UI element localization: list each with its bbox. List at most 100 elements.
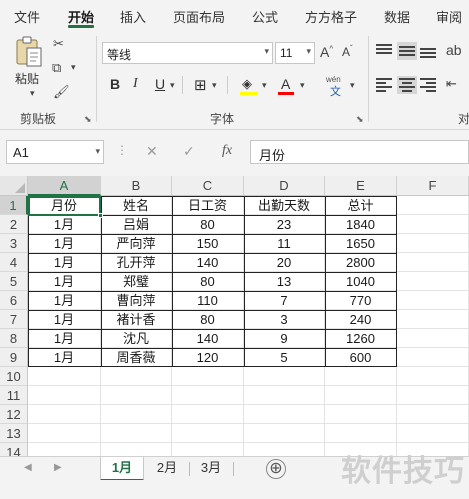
bold-icon[interactable]: B [110, 76, 120, 92]
borders-dropdown-icon[interactable]: ▾ [212, 80, 217, 91]
cell-c10[interactable] [172, 367, 244, 386]
select-all-corner[interactable] [0, 176, 28, 196]
copy-dropdown-icon[interactable]: ▾ [71, 62, 76, 73]
cell-b5[interactable]: 郑璧 [101, 272, 172, 291]
worksheet-grid[interactable]: A B C D E F 1 月份 姓名 日工资 出勤天数 总计 2 1月 吕娟 80 23 1840 3 1月 严向萍 1… [0, 176, 469, 456]
decrease-font-icon[interactable]: Aˇ [342, 44, 353, 59]
cell-b7[interactable]: 褚计香 [101, 310, 172, 329]
enter-icon[interactable]: ✓ [183, 143, 195, 160]
cell-f2[interactable] [397, 215, 469, 234]
paste-dropdown-icon[interactable]: ▾ [30, 88, 35, 99]
cell-c11[interactable] [172, 386, 244, 405]
row-header-1[interactable]: 1 [0, 196, 28, 215]
cell-b8[interactable]: 沈凡 [101, 329, 172, 348]
cell-a4[interactable]: 1月 [28, 253, 101, 272]
row-header-12[interactable]: 12 [0, 405, 28, 424]
cell-c2[interactable]: 80 [172, 215, 244, 234]
cell-f10[interactable] [397, 367, 469, 386]
row-header-7[interactable]: 7 [0, 310, 28, 329]
cell-d9[interactable]: 5 [244, 348, 325, 367]
cell-c14[interactable] [172, 443, 244, 456]
cell-b1[interactable]: 姓名 [101, 196, 172, 215]
cell-d12[interactable] [244, 405, 325, 424]
align-top-icon[interactable] [376, 42, 396, 60]
cell-f13[interactable] [397, 424, 469, 443]
column-header-e[interactable]: E [325, 176, 397, 196]
cell-e4[interactable]: 2800 [325, 253, 397, 272]
cut-icon[interactable]: ✂ [53, 36, 64, 52]
borders-icon[interactable]: ⊞ [194, 76, 207, 94]
cell-e9[interactable]: 600 [325, 348, 397, 367]
scroll-right-icon[interactable]: ▶ [54, 462, 62, 473]
cell-f4[interactable] [397, 253, 469, 272]
tab-file[interactable]: 文件 [14, 7, 40, 26]
increase-font-icon[interactable]: A^ [320, 44, 333, 60]
cell-b2[interactable]: 吕娟 [101, 215, 172, 234]
row-header-3[interactable]: 3 [0, 234, 28, 253]
cell-d13[interactable] [244, 424, 325, 443]
tab-review[interactable]: 审阅 [436, 7, 462, 26]
cell-c1[interactable]: 日工资 [172, 196, 244, 215]
row-header-6[interactable]: 6 [0, 291, 28, 310]
cell-b9[interactable]: 周香薇 [101, 348, 172, 367]
fill-color-icon[interactable]: ◈ [242, 76, 252, 92]
cell-b12[interactable] [101, 405, 172, 424]
insert-function-icon[interactable]: fx [222, 143, 232, 159]
tab-insert[interactable]: 插入 [120, 7, 146, 26]
cell-a2[interactable]: 1月 [28, 215, 101, 234]
cell-a1[interactable]: 月份 [28, 196, 101, 215]
tab-page-layout[interactable]: 页面布局 [173, 7, 225, 26]
cell-c8[interactable]: 140 [172, 329, 244, 348]
underline-icon[interactable]: U [155, 76, 165, 92]
cell-f3[interactable] [397, 234, 469, 253]
row-header-4[interactable]: 4 [0, 253, 28, 272]
cell-d7[interactable]: 3 [244, 310, 325, 329]
cell-a11[interactable] [28, 386, 101, 405]
column-header-b[interactable]: B [101, 176, 172, 196]
font-size-select[interactable]: 11 ▾ [275, 42, 315, 64]
cell-c13[interactable] [172, 424, 244, 443]
tab-home[interactable]: 开始 [68, 7, 94, 26]
cell-d14[interactable] [244, 443, 325, 456]
cell-d8[interactable]: 9 [244, 329, 325, 348]
tab-formulas[interactable]: 公式 [252, 7, 278, 26]
row-header-13[interactable]: 13 [0, 424, 28, 443]
sheet-tab-2[interactable]: 2月 [146, 457, 188, 481]
fill-color-dropdown-icon[interactable]: ▾ [262, 80, 267, 91]
paste-button-label[interactable]: 粘贴 [15, 70, 39, 87]
cell-e10[interactable] [325, 367, 397, 386]
cell-d5[interactable]: 13 [244, 272, 325, 291]
font-launcher-icon[interactable]: ⬊ [356, 114, 364, 125]
cell-c3[interactable]: 150 [172, 234, 244, 253]
cell-e12[interactable] [325, 405, 397, 424]
copy-icon[interactable]: ⧉ [52, 60, 61, 76]
row-header-9[interactable]: 9 [0, 348, 28, 367]
phonetic-dropdown-icon[interactable]: ▾ [350, 80, 355, 91]
cell-b6[interactable]: 曹向萍 [101, 291, 172, 310]
cell-d2[interactable]: 23 [244, 215, 325, 234]
font-color-icon[interactable]: A [281, 76, 290, 92]
column-header-c[interactable]: C [172, 176, 244, 196]
cell-c9[interactable]: 120 [172, 348, 244, 367]
row-header-10[interactable]: 10 [0, 367, 28, 386]
align-left-icon[interactable] [376, 76, 396, 94]
cell-a9[interactable]: 1月 [28, 348, 101, 367]
cell-e11[interactable] [325, 386, 397, 405]
sheet-tab-1[interactable]: 1月 [100, 457, 144, 481]
cell-d11[interactable] [244, 386, 325, 405]
orientation-icon[interactable]: ab [446, 42, 462, 58]
cell-e6[interactable]: 770 [325, 291, 397, 310]
align-center-icon[interactable] [397, 76, 417, 94]
cell-f5[interactable] [397, 272, 469, 291]
italic-icon[interactable]: I [133, 76, 138, 92]
cell-b14[interactable] [101, 443, 172, 456]
add-sheet-button[interactable]: ⊕ [266, 459, 286, 479]
cell-b13[interactable] [101, 424, 172, 443]
formula-input[interactable]: 月份 [250, 140, 469, 164]
cell-f12[interactable] [397, 405, 469, 424]
cell-f6[interactable] [397, 291, 469, 310]
more-icon[interactable]: ⋮ [116, 143, 128, 157]
cell-a10[interactable] [28, 367, 101, 386]
cell-e2[interactable]: 1840 [325, 215, 397, 234]
cell-f9[interactable] [397, 348, 469, 367]
